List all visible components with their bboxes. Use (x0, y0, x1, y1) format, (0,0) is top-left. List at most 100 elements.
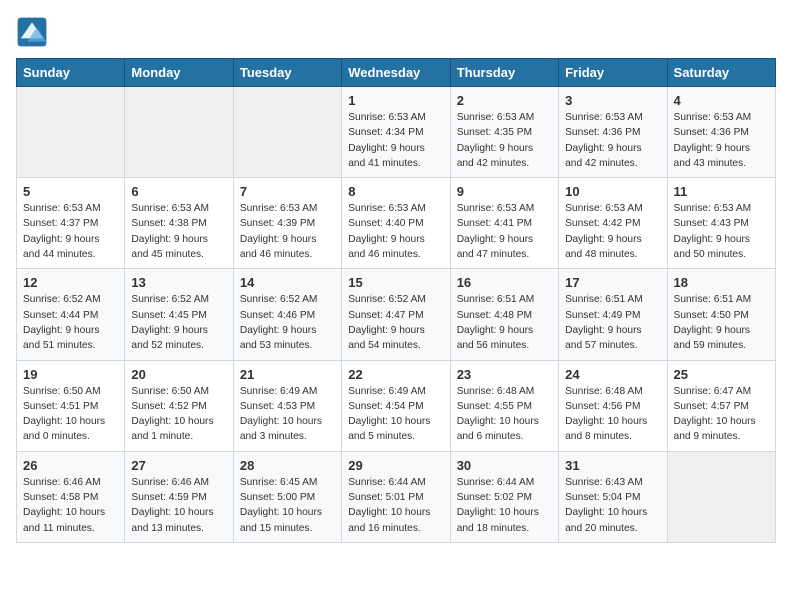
weekday-header: Friday (559, 59, 667, 87)
day-cell: 7 Sunrise: 6:53 AM Sunset: 4:39 PM Daylig… (233, 178, 341, 269)
day-number: 9 (457, 184, 552, 199)
day-cell: 25 Sunrise: 6:47 AM Sunset: 4:57 PM Dayli… (667, 360, 775, 451)
day-info: Sunrise: 6:50 AM Sunset: 4:51 PM Dayligh… (23, 384, 118, 445)
day-number: 14 (240, 275, 335, 290)
day-number: 10 (565, 184, 660, 199)
day-info: Sunrise: 6:53 AM Sunset: 4:36 PM Dayligh… (565, 110, 660, 171)
day-info: Sunrise: 6:48 AM Sunset: 4:55 PM Dayligh… (457, 384, 552, 445)
day-info: Sunrise: 6:52 AM Sunset: 4:46 PM Dayligh… (240, 292, 335, 353)
day-number: 13 (131, 275, 226, 290)
day-number: 31 (565, 458, 660, 473)
day-cell: 5 Sunrise: 6:53 AM Sunset: 4:37 PM Daylig… (17, 178, 125, 269)
week-row: 5 Sunrise: 6:53 AM Sunset: 4:37 PM Daylig… (17, 178, 776, 269)
day-cell: 6Sunrise: 6:53 AM Sunset: 4:38 PM Daylig… (125, 178, 233, 269)
day-info: Sunrise: 6:51 AM Sunset: 4:50 PM Dayligh… (674, 292, 769, 353)
day-number: 18 (674, 275, 769, 290)
day-number: 25 (674, 367, 769, 382)
week-row: 1 Sunrise: 6:53 AM Sunset: 4:34 PM Daylig… (17, 87, 776, 178)
day-cell: 30 Sunrise: 6:44 AM Sunset: 5:02 PM Dayli… (450, 451, 558, 542)
day-info: Sunrise: 6:47 AM Sunset: 4:57 PM Dayligh… (674, 384, 769, 445)
day-info: Sunrise: 6:53 AM Sunset: 4:36 PM Dayligh… (674, 110, 769, 171)
day-cell (17, 87, 125, 178)
day-number: 30 (457, 458, 552, 473)
day-info: Sunrise: 6:52 AM Sunset: 4:45 PM Dayligh… (131, 292, 226, 353)
day-info: Sunrise: 6:49 AM Sunset: 4:53 PM Dayligh… (240, 384, 335, 445)
day-cell: 4Sunrise: 6:53 AM Sunset: 4:36 PM Daylig… (667, 87, 775, 178)
day-cell (667, 451, 775, 542)
day-number: 8 (348, 184, 443, 199)
weekday-header: Saturday (667, 59, 775, 87)
day-number: 21 (240, 367, 335, 382)
day-info: Sunrise: 6:46 AM Sunset: 4:58 PM Dayligh… (23, 475, 118, 536)
day-cell: 31 Sunrise: 6:43 AM Sunset: 5:04 PM Dayli… (559, 451, 667, 542)
day-cell: 14 Sunrise: 6:52 AM Sunset: 4:46 PM Dayli… (233, 269, 341, 360)
day-cell: 23 Sunrise: 6:48 AM Sunset: 4:55 PM Dayli… (450, 360, 558, 451)
day-info: Sunrise: 6:52 AM Sunset: 4:44 PM Dayligh… (23, 292, 118, 353)
day-info: Sunrise: 6:53 AM Sunset: 4:37 PM Dayligh… (23, 201, 118, 262)
day-info: Sunrise: 6:53 AM Sunset: 4:34 PM Dayligh… (348, 110, 443, 171)
weekday-header: Wednesday (342, 59, 450, 87)
weekday-header: Monday (125, 59, 233, 87)
day-cell: 21 Sunrise: 6:49 AM Sunset: 4:53 PM Dayli… (233, 360, 341, 451)
day-cell: 12 Sunrise: 6:52 AM Sunset: 4:44 PM Dayli… (17, 269, 125, 360)
day-info: Sunrise: 6:53 AM Sunset: 4:35 PM Dayligh… (457, 110, 552, 171)
day-number: 27 (131, 458, 226, 473)
day-cell: 17 Sunrise: 6:51 AM Sunset: 4:49 PM Dayli… (559, 269, 667, 360)
week-row: 12 Sunrise: 6:52 AM Sunset: 4:44 PM Dayli… (17, 269, 776, 360)
day-cell: 11Sunrise: 6:53 AM Sunset: 4:43 PM Dayli… (667, 178, 775, 269)
day-cell: 8Sunrise: 6:53 AM Sunset: 4:40 PM Daylig… (342, 178, 450, 269)
day-cell: 16 Sunrise: 6:51 AM Sunset: 4:48 PM Dayli… (450, 269, 558, 360)
day-number: 1 (348, 93, 443, 108)
day-cell: 3 Sunrise: 6:53 AM Sunset: 4:36 PM Daylig… (559, 87, 667, 178)
day-cell: 13 Sunrise: 6:52 AM Sunset: 4:45 PM Dayli… (125, 269, 233, 360)
day-info: Sunrise: 6:46 AM Sunset: 4:59 PM Dayligh… (131, 475, 226, 536)
day-info: Sunrise: 6:43 AM Sunset: 5:04 PM Dayligh… (565, 475, 660, 536)
header-row: SundayMondayTuesdayWednesdayThursdayFrid… (17, 59, 776, 87)
day-number: 5 (23, 184, 118, 199)
day-number: 26 (23, 458, 118, 473)
day-number: 11 (674, 184, 769, 199)
day-info: Sunrise: 6:45 AM Sunset: 5:00 PM Dayligh… (240, 475, 335, 536)
day-number: 22 (348, 367, 443, 382)
day-number: 12 (23, 275, 118, 290)
day-number: 28 (240, 458, 335, 473)
day-cell: 26 Sunrise: 6:46 AM Sunset: 4:58 PM Dayli… (17, 451, 125, 542)
day-info: Sunrise: 6:53 AM Sunset: 4:39 PM Dayligh… (240, 201, 335, 262)
day-cell: 18 Sunrise: 6:51 AM Sunset: 4:50 PM Dayli… (667, 269, 775, 360)
day-number: 19 (23, 367, 118, 382)
day-info: Sunrise: 6:53 AM Sunset: 4:42 PM Dayligh… (565, 201, 660, 262)
day-cell: 19 Sunrise: 6:50 AM Sunset: 4:51 PM Dayli… (17, 360, 125, 451)
day-number: 15 (348, 275, 443, 290)
day-cell: 22 Sunrise: 6:49 AM Sunset: 4:54 PM Dayli… (342, 360, 450, 451)
day-number: 3 (565, 93, 660, 108)
day-number: 23 (457, 367, 552, 382)
day-number: 2 (457, 93, 552, 108)
day-number: 17 (565, 275, 660, 290)
day-cell: 29 Sunrise: 6:44 AM Sunset: 5:01 PM Dayli… (342, 451, 450, 542)
header (16, 16, 776, 48)
day-info: Sunrise: 6:53 AM Sunset: 4:41 PM Dayligh… (457, 201, 552, 262)
day-info: Sunrise: 6:49 AM Sunset: 4:54 PM Dayligh… (348, 384, 443, 445)
weekday-header: Thursday (450, 59, 558, 87)
day-info: Sunrise: 6:44 AM Sunset: 5:02 PM Dayligh… (457, 475, 552, 536)
day-cell: 9 Sunrise: 6:53 AM Sunset: 4:41 PM Daylig… (450, 178, 558, 269)
day-number: 24 (565, 367, 660, 382)
day-info: Sunrise: 6:51 AM Sunset: 4:48 PM Dayligh… (457, 292, 552, 353)
day-info: Sunrise: 6:51 AM Sunset: 4:49 PM Dayligh… (565, 292, 660, 353)
week-row: 26 Sunrise: 6:46 AM Sunset: 4:58 PM Dayli… (17, 451, 776, 542)
day-number: 20 (131, 367, 226, 382)
weekday-header: Tuesday (233, 59, 341, 87)
day-number: 16 (457, 275, 552, 290)
day-number: 7 (240, 184, 335, 199)
day-cell: 27 Sunrise: 6:46 AM Sunset: 4:59 PM Dayli… (125, 451, 233, 542)
day-info: Sunrise: 6:44 AM Sunset: 5:01 PM Dayligh… (348, 475, 443, 536)
day-cell (125, 87, 233, 178)
logo (16, 16, 54, 48)
day-cell: 1 Sunrise: 6:53 AM Sunset: 4:34 PM Daylig… (342, 87, 450, 178)
day-cell: 15Sunrise: 6:52 AM Sunset: 4:47 PM Dayli… (342, 269, 450, 360)
calendar-table: SundayMondayTuesdayWednesdayThursdayFrid… (16, 58, 776, 543)
day-cell: 2 Sunrise: 6:53 AM Sunset: 4:35 PM Daylig… (450, 87, 558, 178)
weekday-header: Sunday (17, 59, 125, 87)
day-number: 29 (348, 458, 443, 473)
day-number: 6 (131, 184, 226, 199)
